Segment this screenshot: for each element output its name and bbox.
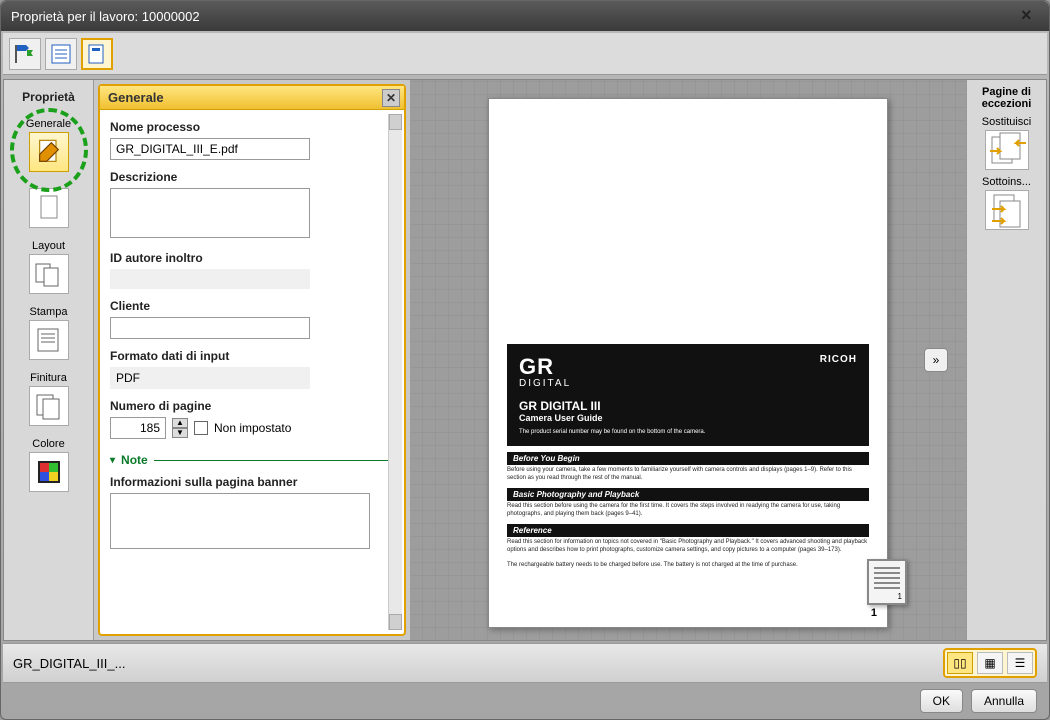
field-formato: PDF <box>110 367 310 389</box>
tab-generale[interactable]: Generale <box>4 114 93 180</box>
flag-forward-icon <box>13 42 37 66</box>
carta-icon <box>29 188 69 228</box>
tab-label: Colore <box>32 438 64 450</box>
label-descrizione: Descrizione <box>110 170 394 184</box>
note-separator[interactable]: ▾ Note <box>110 453 394 467</box>
right-panel-title-1: Pagine di <box>982 86 1031 98</box>
input-cliente[interactable] <box>110 317 310 339</box>
sec1-head: Before You Begin <box>507 452 869 465</box>
sec2-head: Basic Photography and Playback <box>507 488 869 501</box>
guide-label: Camera User Guide <box>519 413 857 423</box>
spinner-numero-pagine[interactable]: ▲▼ <box>172 418 188 438</box>
preview-area: RICOH GR DIGITAL GR DIGITAL III Camera U… <box>410 80 966 640</box>
left-tabs: Proprietà Generale Layout S <box>4 80 94 640</box>
list-icon: ☰ <box>1015 656 1026 670</box>
thumb-number: 1 <box>898 592 902 601</box>
label-non-impostato: Non impostato <box>214 421 291 435</box>
tab-label: Layout <box>32 240 65 252</box>
tab-label: Stampa <box>30 306 68 318</box>
ok-button[interactable]: OK <box>920 689 963 713</box>
view-mode-group: ▯▯ ▦ ☰ <box>943 648 1037 678</box>
toolbar-flag-button[interactable] <box>9 38 41 70</box>
right-panel-title-2: eccezioni <box>982 98 1032 110</box>
rp-label: Sottoins... <box>982 176 1031 188</box>
brand-top: GR <box>519 354 857 380</box>
view-book-button[interactable]: ▯▯ <box>947 652 973 674</box>
left-tabs-title: Proprietà <box>4 86 93 114</box>
tab-colore[interactable]: Colore <box>4 434 93 500</box>
tab-stampa[interactable]: Stampa <box>4 302 93 368</box>
label-numero-pagine: Numero di pagine <box>110 399 394 413</box>
close-icon[interactable]: × <box>1021 6 1039 24</box>
input-nome-processo[interactable] <box>110 138 310 160</box>
grid-icon: ▦ <box>984 656 995 670</box>
caret-down-icon: ▾ <box>110 455 115 466</box>
tab-label: Finitura <box>30 372 67 384</box>
property-sheet: Generale ✕ Nome processo Descrizione ID … <box>98 84 406 636</box>
tab-carta[interactable] <box>4 182 93 236</box>
field-id-autore <box>110 269 310 289</box>
sheet-header: Generale ✕ <box>100 86 404 110</box>
sheet-close-icon[interactable]: ✕ <box>382 89 400 107</box>
toolbar <box>3 33 1047 75</box>
label-id-autore: ID autore inoltro <box>110 251 394 265</box>
list-view-icon <box>49 42 73 66</box>
sec1-text: Before using your camera, take a few mom… <box>507 467 869 482</box>
expand-chevrons-button[interactable]: » <box>924 348 948 372</box>
maker-label: RICOH <box>820 354 857 365</box>
label-formato: Formato dati di input <box>110 349 394 363</box>
view-list-button[interactable]: ☰ <box>1007 652 1033 674</box>
toolbar-page-button[interactable] <box>81 38 113 70</box>
rp-label: Sostituisci <box>982 116 1032 128</box>
tab-label: Generale <box>26 118 71 130</box>
sec3-head: Reference <box>507 524 869 537</box>
window-title: Proprietà per il lavoro: 10000002 <box>11 9 200 24</box>
page-number: 1 <box>871 607 877 619</box>
statusbar: GR_DIGITAL_III_... ▯▯ ▦ ☰ <box>3 643 1047 683</box>
generale-icon <box>29 132 69 172</box>
cancel-button[interactable]: Annulla <box>971 689 1037 713</box>
tab-layout[interactable]: Layout <box>4 236 93 302</box>
right-panel: Pagine di eccezioni Sostituisci Sottoins… <box>966 80 1046 640</box>
sheet-title: Generale <box>108 90 164 105</box>
tab-finitura[interactable]: Finitura <box>4 368 93 434</box>
input-numero-pagine[interactable] <box>110 417 166 439</box>
sostituisci-icon <box>985 130 1029 170</box>
status-filename: GR_DIGITAL_III_... <box>13 656 125 671</box>
page-view-icon <box>85 42 109 66</box>
input-descrizione[interactable] <box>110 188 310 238</box>
colore-icon <box>29 452 69 492</box>
bottom-note: The rechargeable battery needs to be cha… <box>507 562 869 568</box>
stampa-icon <box>29 320 69 360</box>
finitura-icon <box>29 386 69 426</box>
scrollbar[interactable] <box>388 114 402 630</box>
input-banner[interactable] <box>110 493 370 549</box>
toolbar-list-button[interactable] <box>45 38 77 70</box>
layout-icon <box>29 254 69 294</box>
preview-page: RICOH GR DIGITAL GR DIGITAL III Camera U… <box>488 98 888 628</box>
cover-hero: RICOH GR DIGITAL GR DIGITAL III Camera U… <box>507 344 869 446</box>
sottoins-icon <box>985 190 1029 230</box>
checkbox-non-impostato[interactable] <box>194 421 208 435</box>
chevrons-right-icon: » <box>933 353 940 367</box>
spinner-up-icon[interactable]: ▲ <box>172 418 188 428</box>
note-label: Note <box>121 453 148 467</box>
sec2-text: Read this section before using the camer… <box>507 503 869 518</box>
titlebar: Proprietà per il lavoro: 10000002 × <box>1 1 1049 31</box>
rp-sostituisci[interactable]: Sostituisci <box>971 116 1042 170</box>
label-banner: Informazioni sulla pagina banner <box>110 475 394 489</box>
button-bar: OK Annulla <box>1 683 1049 719</box>
serial-note: The product serial number may be found o… <box>519 429 857 436</box>
brand-bottom: DIGITAL <box>519 378 857 389</box>
sec3-text: Read this section for information on top… <box>507 539 869 554</box>
model-label: GR DIGITAL III <box>519 399 857 413</box>
label-nome-processo: Nome processo <box>110 120 394 134</box>
rp-sottoins[interactable]: Sottoins... <box>971 176 1042 230</box>
page-thumbnail-overlay[interactable]: 1 <box>867 559 907 605</box>
spinner-down-icon[interactable]: ▼ <box>172 428 188 438</box>
book-icon: ▯▯ <box>953 656 966 670</box>
view-grid-button[interactable]: ▦ <box>977 652 1003 674</box>
label-cliente: Cliente <box>110 299 394 313</box>
